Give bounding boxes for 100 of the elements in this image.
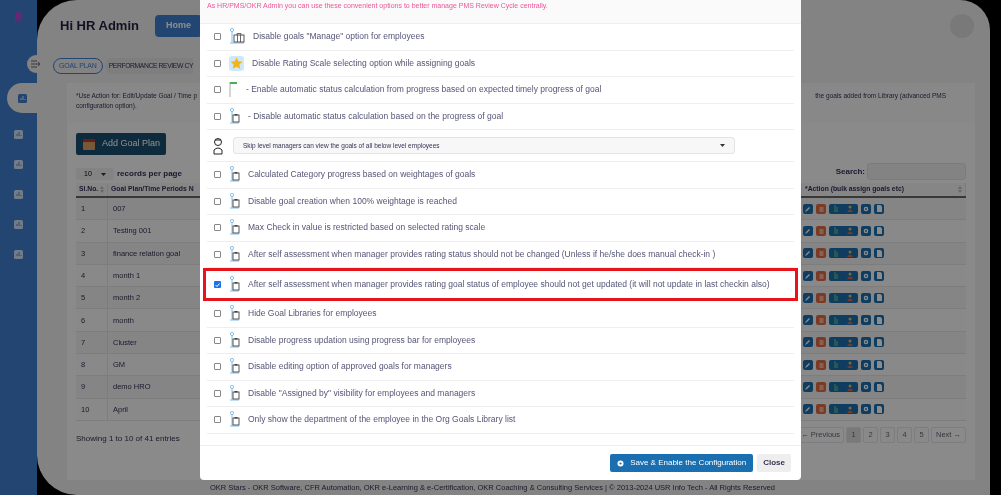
clipboard-icon	[229, 305, 240, 323]
edit-button[interactable]	[803, 359, 813, 370]
assign-button[interactable]	[829, 404, 858, 415]
save-button[interactable]: Save & Enable the Configuration	[610, 454, 754, 472]
sidebar-item[interactable]	[7, 83, 37, 113]
document-button[interactable]	[874, 270, 884, 281]
chart-icon	[14, 129, 23, 139]
home-button[interactable]: Home	[154, 15, 202, 37]
close-button[interactable]: Close	[757, 454, 791, 472]
delete-button[interactable]	[816, 203, 826, 214]
edit-button[interactable]	[803, 270, 813, 281]
chart-icon	[14, 159, 23, 169]
settings-button[interactable]	[861, 382, 871, 392]
document-button[interactable]	[874, 292, 884, 303]
checkbox[interactable]	[214, 197, 221, 205]
option-label: Calculated Category progress based on weightages of goals	[248, 168, 476, 182]
document-button[interactable]	[874, 404, 884, 415]
settings-button[interactable]	[861, 248, 871, 259]
delete-button[interactable]	[816, 292, 826, 303]
edit-button[interactable]	[803, 225, 813, 236]
delete-button[interactable]	[816, 404, 826, 415]
checkbox[interactable]	[214, 86, 221, 94]
document-button[interactable]	[874, 337, 884, 348]
bars-icon	[833, 405, 838, 413]
document-button[interactable]	[874, 359, 884, 370]
delete-button[interactable]	[816, 225, 826, 236]
document-button[interactable]	[874, 225, 884, 236]
delete-button[interactable]	[816, 315, 826, 326]
checkbox[interactable]	[214, 112, 221, 120]
assign-button[interactable]	[829, 292, 858, 303]
checkbox[interactable]	[214, 416, 221, 424]
edit-button[interactable]	[803, 382, 813, 392]
clipboard-icon	[229, 411, 240, 429]
checkbox[interactable]	[214, 389, 221, 397]
checkbox[interactable]	[214, 310, 221, 318]
delete-button[interactable]	[816, 359, 826, 370]
settings-button[interactable]	[861, 270, 871, 281]
option-label: Disable progress updation using progress bar for employees	[248, 333, 476, 347]
edit-button[interactable]	[803, 292, 813, 303]
add-goal-plan-button[interactable]: Add Goal Plan	[76, 133, 167, 155]
assign-button[interactable]	[829, 359, 858, 370]
delete-button[interactable]	[816, 337, 826, 348]
bars-icon	[833, 383, 838, 391]
assign-button[interactable]	[829, 270, 858, 281]
assign-button[interactable]	[829, 382, 858, 392]
option-label: Disable goals "Manage" option for employees	[253, 30, 425, 44]
delete-button[interactable]	[816, 270, 826, 281]
assign-button[interactable]	[829, 203, 858, 214]
clipboard-icon	[229, 245, 240, 263]
checkbox[interactable]	[214, 224, 221, 232]
assign-button[interactable]	[829, 225, 858, 236]
option-label: - Enable automatic status calculation from progress based on expected timely progress of goal	[246, 83, 602, 97]
calendar-icon	[82, 137, 96, 151]
document-button[interactable]	[874, 248, 884, 259]
edit-button[interactable]	[803, 248, 813, 259]
option-label: Disable goal creation when 100% weightage is reached	[248, 194, 457, 208]
edit-button[interactable]	[803, 337, 813, 348]
assign-button[interactable]	[829, 337, 858, 348]
person-icon	[847, 205, 854, 213]
chart-icon	[14, 219, 23, 229]
delete-button[interactable]	[816, 248, 826, 259]
checkbox[interactable]	[214, 171, 221, 179]
settings-button[interactable]	[861, 315, 871, 326]
person-icon	[847, 405, 854, 413]
person-icon	[847, 272, 854, 280]
settings-button[interactable]	[861, 203, 871, 214]
clipboard-icon	[229, 107, 240, 125]
option-label: - Disable automatic status calculation based on the progress of goal	[248, 109, 504, 123]
search-label: Search:	[835, 165, 865, 178]
gear-icon	[617, 459, 625, 467]
assign-button[interactable]	[829, 315, 858, 326]
bars-icon	[833, 249, 838, 257]
document-button[interactable]	[874, 382, 884, 392]
settings-button[interactable]	[861, 337, 871, 348]
document-button[interactable]	[874, 315, 884, 326]
edit-button[interactable]	[803, 315, 813, 326]
star-icon	[229, 55, 244, 71]
clipboard-icon	[229, 192, 240, 210]
chevron-down-icon	[101, 172, 106, 176]
checkbox[interactable]	[214, 363, 221, 371]
edit-button[interactable]	[803, 404, 813, 415]
assign-button[interactable]	[829, 248, 858, 259]
chevron-down-icon	[720, 144, 725, 147]
document-button[interactable]	[874, 203, 884, 214]
checkbox[interactable]	[214, 59, 221, 67]
person-icon	[847, 383, 854, 391]
edit-button[interactable]	[803, 203, 813, 214]
settings-button[interactable]	[861, 292, 871, 303]
checkbox[interactable]	[214, 33, 221, 41]
person-icon	[847, 316, 854, 324]
bars-icon	[833, 316, 838, 324]
bars-icon	[833, 227, 838, 235]
clipboard-icon	[229, 276, 240, 293]
settings-button[interactable]	[861, 359, 871, 370]
delete-button[interactable]	[816, 382, 826, 392]
checkbox[interactable]	[214, 250, 221, 258]
checkbox[interactable]	[214, 336, 221, 344]
settings-button[interactable]	[861, 404, 871, 415]
settings-button[interactable]	[861, 225, 871, 236]
person-icon	[847, 361, 854, 369]
